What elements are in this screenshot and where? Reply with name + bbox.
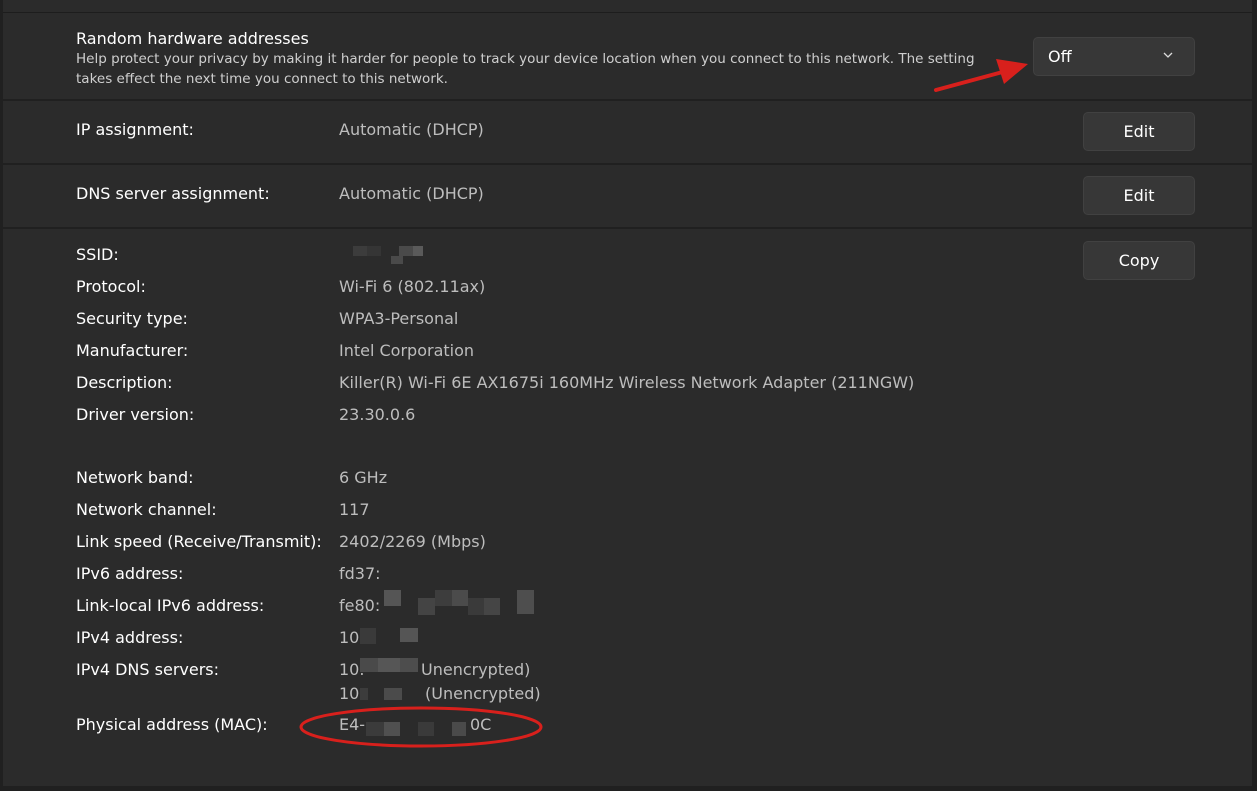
- red-arrow-annotation: [934, 59, 1028, 92]
- annotation-overlay: [299, 59, 1028, 748]
- red-circle-annotation: [299, 706, 543, 748]
